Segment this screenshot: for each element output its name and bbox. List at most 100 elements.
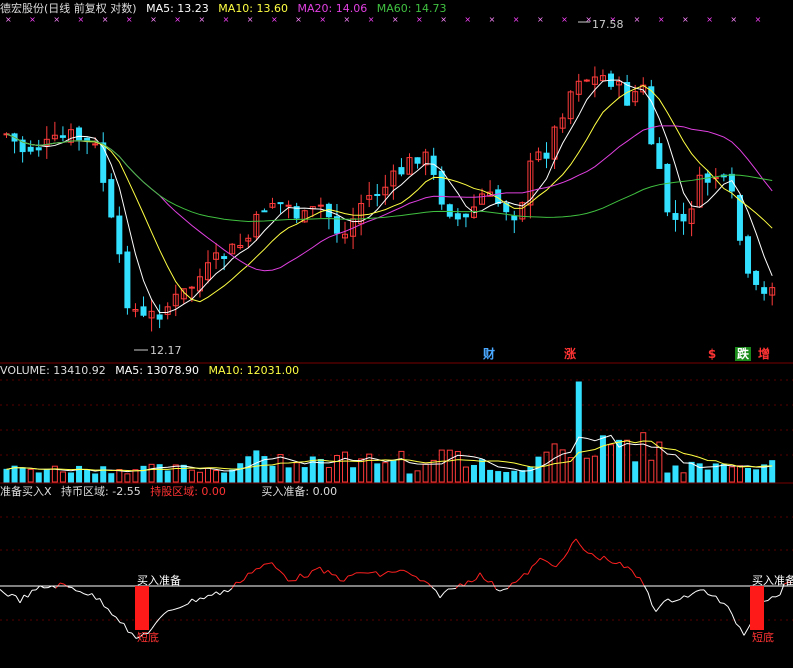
indicator-segment [219, 590, 225, 596]
signal-marker: × [489, 15, 496, 24]
candle-body [583, 79, 590, 82]
indicator-segment [119, 622, 125, 624]
indicator-segment [539, 557, 545, 561]
indicator-segment [435, 590, 441, 599]
short-bottom-annotation-1: 短底 [137, 631, 159, 644]
candle-body [140, 306, 147, 316]
indicator-segment [127, 631, 133, 634]
holding-coin-legend: 持币区域: -2.55 [61, 485, 141, 498]
volume-bar [640, 432, 647, 483]
badge-fall[interactable]: 跌 [735, 347, 751, 361]
indicator-segment [323, 569, 329, 574]
indicator-segment [627, 566, 633, 571]
indicator-segment [315, 566, 321, 570]
signal-marker: × [29, 15, 36, 24]
indicator-segment [367, 571, 373, 574]
indicator-segment [551, 564, 557, 568]
chart-stage[interactable]: × × × × × × × × × × × × × × × × × × × × × × × × × × × × × × × × [0, 0, 793, 668]
indicator-segment [703, 589, 709, 595]
volume-bar [269, 465, 276, 483]
badge-increase[interactable]: 增 [756, 347, 772, 361]
indicator-segment [0, 589, 5, 594]
badge-rise[interactable]: 涨 [562, 347, 578, 361]
volume-bars[interactable] [3, 381, 776, 483]
indicator-segment [683, 595, 689, 598]
indicator-segment [591, 553, 597, 558]
candle-body [108, 179, 115, 218]
indicator-segment [375, 571, 381, 577]
volume-bar [519, 470, 526, 483]
volume-bar [753, 469, 760, 483]
signal-marker: × [126, 15, 133, 24]
indicator-segment [527, 566, 533, 575]
indicator-segment [743, 628, 749, 636]
indicator-segment [331, 574, 337, 576]
volume-bar [43, 469, 50, 483]
volume-bar [720, 464, 727, 483]
indicator-segment [279, 570, 285, 576]
indicator-segment [599, 555, 605, 561]
indicator-segment [639, 577, 645, 586]
indicator-segment [723, 602, 729, 607]
indicator-segment [667, 598, 673, 603]
candle-body [116, 215, 123, 255]
volume-ma5-legend: MA5: 13078.90 [115, 364, 199, 377]
indicator-segment [471, 579, 477, 583]
top-markers: × × × × × × × × × × × × × × × × × × × × × × × × × × × × × × × × [5, 15, 761, 24]
volume-bar [342, 451, 349, 483]
volume-bar [108, 473, 115, 483]
candle-body [221, 256, 228, 259]
indicator-segment [387, 570, 393, 573]
indicator-segment [427, 582, 433, 588]
candle-body [285, 204, 292, 207]
indicator-segment [11, 593, 17, 597]
volume-bar [672, 465, 679, 483]
indicator-segment [579, 544, 585, 551]
indicator-segment [767, 596, 773, 601]
volume-bar [293, 462, 300, 483]
candle-body [374, 193, 381, 196]
volume-legend: VOLUME: 13410.92 [0, 364, 106, 377]
signal-marker: × [513, 15, 520, 24]
volume-bar [140, 465, 147, 483]
candle-body [454, 213, 461, 220]
signal-marker: × [174, 15, 181, 24]
indicator-segment [327, 570, 333, 575]
badge-dollar[interactable]: $ [706, 347, 718, 361]
indicator-segment [491, 581, 497, 590]
indicator-segment [15, 595, 21, 604]
indicator-segment [151, 622, 157, 629]
candle-body [188, 286, 195, 289]
indicator-header: 准备买入X 持币区域: -2.55 持股区域: 0.00 买入准备: 0.00 [0, 485, 343, 499]
volume-bar [196, 471, 203, 483]
candle-body [414, 157, 421, 164]
bottom-signal-bar-1 [135, 586, 149, 630]
indicator-segment [3, 592, 9, 597]
indicator-segment [547, 561, 553, 566]
indicator-segment [719, 602, 725, 604]
candle-body [398, 167, 405, 175]
signal-marker: × [368, 15, 375, 24]
buy-prepare-annotation-2: 买入准备 [752, 574, 793, 587]
bottom-signal-bar-2 [750, 586, 764, 630]
indicator-segment [575, 538, 581, 546]
indicator-segment [679, 595, 685, 600]
indicator-segment [283, 574, 289, 582]
badge-finance[interactable]: 财 [481, 347, 497, 361]
indicator-segment [563, 551, 569, 559]
ma20-legend: MA20: 14.06 [297, 2, 368, 15]
volume-ma10-legend: MA10: 12031.00 [208, 364, 300, 377]
candlestick-series[interactable] [3, 66, 776, 332]
signal-marker: × [755, 15, 762, 24]
indicator-segment [255, 567, 261, 570]
indicator-segment [299, 573, 305, 578]
volume-bar [84, 469, 91, 483]
indicator-segment [567, 543, 573, 553]
signal-marker: × [223, 15, 230, 24]
indicator-segment [675, 598, 681, 602]
buy-prepare-legend: 买入准备: 0.00 [261, 485, 338, 498]
candle-body [543, 152, 550, 159]
indicator-segment [307, 570, 313, 578]
indicator-segment [27, 589, 33, 598]
indicator-segment [91, 593, 97, 600]
